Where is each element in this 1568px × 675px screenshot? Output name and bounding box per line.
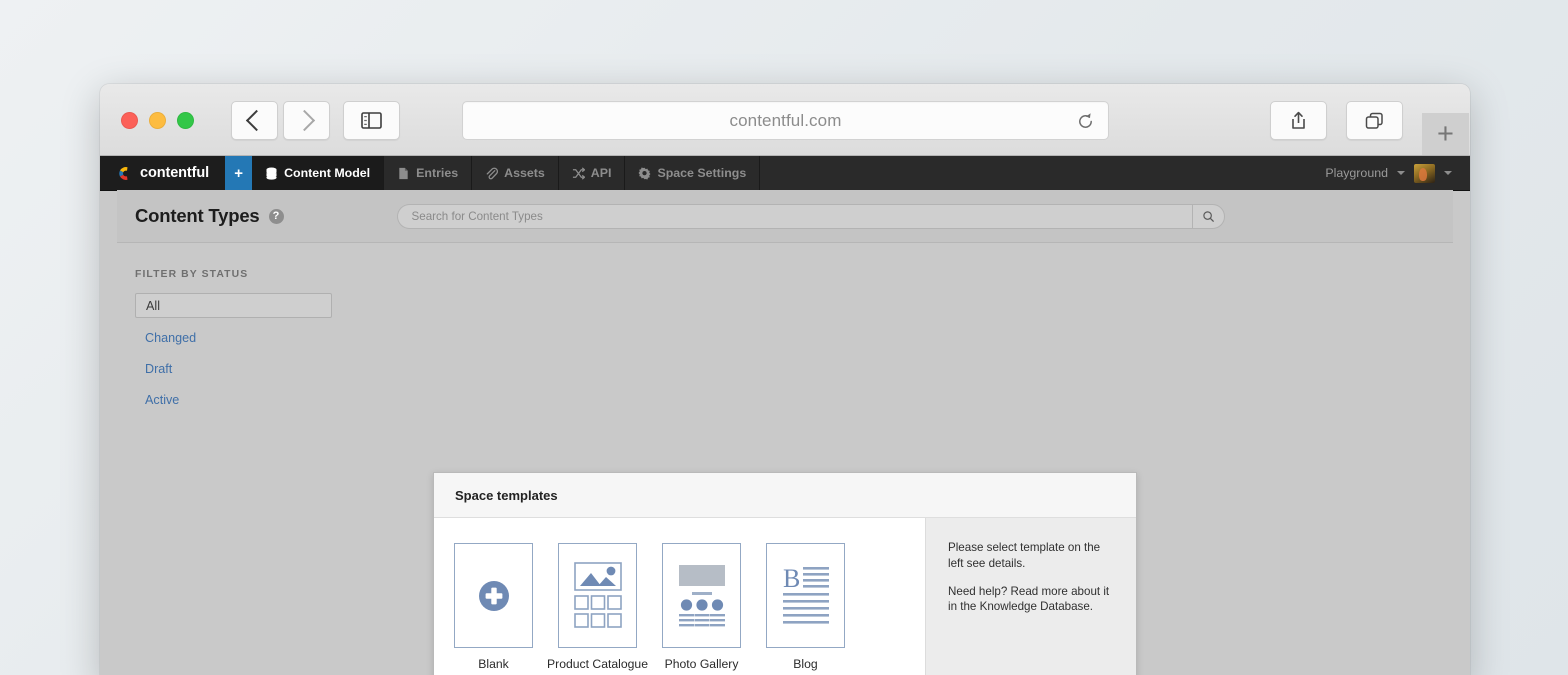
filter-item-all[interactable]: All [135, 293, 332, 318]
filter-panel: FILTER BY STATUS All Changed Draft Activ… [117, 243, 431, 419]
document-icon [399, 167, 408, 179]
template-label: Blog [793, 657, 818, 671]
filter-item-label: Changed [145, 330, 197, 345]
space-selector-label: Playground [1325, 166, 1388, 180]
add-space-button[interactable]: + [225, 156, 253, 190]
contentful-app: contentful + Content Model Entries Asset… [100, 156, 1470, 675]
app-topnav: contentful + Content Model Entries Asset… [100, 156, 1470, 191]
template-thumbnail [558, 543, 637, 648]
url-text: contentful.com [729, 110, 842, 130]
address-bar[interactable]: contentful.com [462, 101, 1109, 140]
nav-item-label: Entries [416, 166, 459, 180]
chevron-left-icon [245, 109, 268, 132]
template-list: Blank Product Catalogue Photo Gallery B … [434, 518, 925, 675]
plus-circle-icon [478, 580, 509, 611]
search-icon [1202, 210, 1214, 222]
database-icon [266, 167, 277, 180]
filter-item-label: All [146, 298, 160, 313]
template-label: Blank [478, 657, 509, 671]
nav-item-content-model[interactable]: Content Model [252, 156, 385, 190]
search-bar [396, 203, 1225, 229]
reload-button[interactable] [1076, 112, 1095, 136]
details-instruction: Please select template on the left see d… [948, 541, 1101, 570]
filter-item-draft[interactable]: Draft [135, 357, 332, 380]
brand[interactable]: contentful [100, 156, 226, 190]
chevron-down-icon[interactable] [1444, 171, 1452, 175]
svg-text:B: B [783, 565, 800, 593]
paperclip-icon [486, 167, 499, 179]
dialog-title: Space templates [455, 487, 558, 503]
filter-heading: FILTER BY STATUS [135, 269, 249, 280]
template-label: Photo Gallery [664, 657, 739, 671]
page-header: Content Types ? [117, 190, 1453, 243]
forward-button[interactable] [283, 101, 330, 140]
help-icon[interactable]: ? [268, 208, 284, 224]
blog-text-icon: B [782, 565, 829, 624]
chevron-right-icon [293, 109, 316, 132]
back-button[interactable] [231, 101, 278, 140]
template-card-product-catalogue[interactable]: Product Catalogue [547, 543, 648, 671]
reload-icon [1079, 113, 1092, 128]
sidebar-toggle-button[interactable] [343, 101, 400, 140]
nav-item-api[interactable]: API [559, 156, 626, 190]
tabs-icon [1365, 112, 1383, 129]
nav-item-entries[interactable]: Entries [384, 156, 473, 190]
browser-window: contentful.com + contentful + Content Mo… [100, 84, 1470, 675]
chevron-down-icon[interactable] [1397, 171, 1405, 175]
filter-item-active[interactable]: Active [135, 388, 332, 411]
contentful-logo-icon [119, 166, 128, 180]
brand-name: contentful [140, 165, 210, 181]
tab-overview-button[interactable] [1346, 101, 1403, 140]
image-grid-icon [573, 561, 622, 628]
maximize-window-button[interactable] [177, 112, 194, 129]
avatar[interactable] [1414, 163, 1435, 183]
close-window-button[interactable] [121, 112, 138, 129]
filter-item-label: Draft [145, 361, 173, 376]
nav-item-label: Content Model [284, 166, 371, 180]
minimize-window-button[interactable] [149, 112, 166, 129]
nav-item-label: API [590, 166, 612, 180]
search-input[interactable] [396, 203, 1192, 229]
space-templates-dialog: Space templates Blank Product Catalogue … [433, 472, 1137, 675]
details-help: Need help? Read more about it in the Kno… [948, 584, 1110, 614]
window-controls [121, 112, 194, 129]
nav-item-label: Space Settings [657, 166, 747, 180]
template-card-blog[interactable]: B Blog [765, 543, 846, 671]
template-card-photo-gallery[interactable]: Photo Gallery [661, 543, 742, 671]
share-icon [1292, 111, 1305, 129]
sidebar-icon [361, 112, 382, 129]
template-label: Product Catalogue [547, 657, 648, 671]
search-button[interactable] [1191, 203, 1225, 229]
nav-item-space-settings[interactable]: Space Settings [625, 156, 761, 190]
new-tab-button[interactable]: + [1422, 113, 1469, 155]
template-thumbnail: B [766, 543, 845, 648]
filter-item-label: Active [145, 392, 180, 407]
topnav-right: Playground [1325, 156, 1470, 190]
template-thumbnail [662, 543, 741, 648]
gear-icon [638, 166, 651, 180]
dialog-body: Blank Product Catalogue Photo Gallery B … [434, 518, 1136, 675]
template-details-panel: Please select template on the left see d… [925, 518, 1136, 675]
dialog-header: Space templates [434, 473, 1136, 518]
page-title: Content Types [135, 205, 260, 226]
shuffle-icon [572, 166, 585, 180]
share-button[interactable] [1270, 101, 1327, 140]
template-card-blank[interactable]: Blank [453, 543, 534, 671]
browser-toolbar: contentful.com + [100, 84, 1470, 156]
screen: contentful.com + contentful + Content Mo… [0, 0, 1568, 675]
photo-gallery-icon [678, 565, 725, 627]
template-thumbnail [454, 543, 533, 648]
filter-item-changed[interactable]: Changed [135, 326, 332, 349]
page: Content Types ? FILTER BY STATUS [117, 190, 1453, 675]
nav-item-assets[interactable]: Assets [472, 156, 559, 190]
nav-item-label: Assets [504, 166, 545, 180]
